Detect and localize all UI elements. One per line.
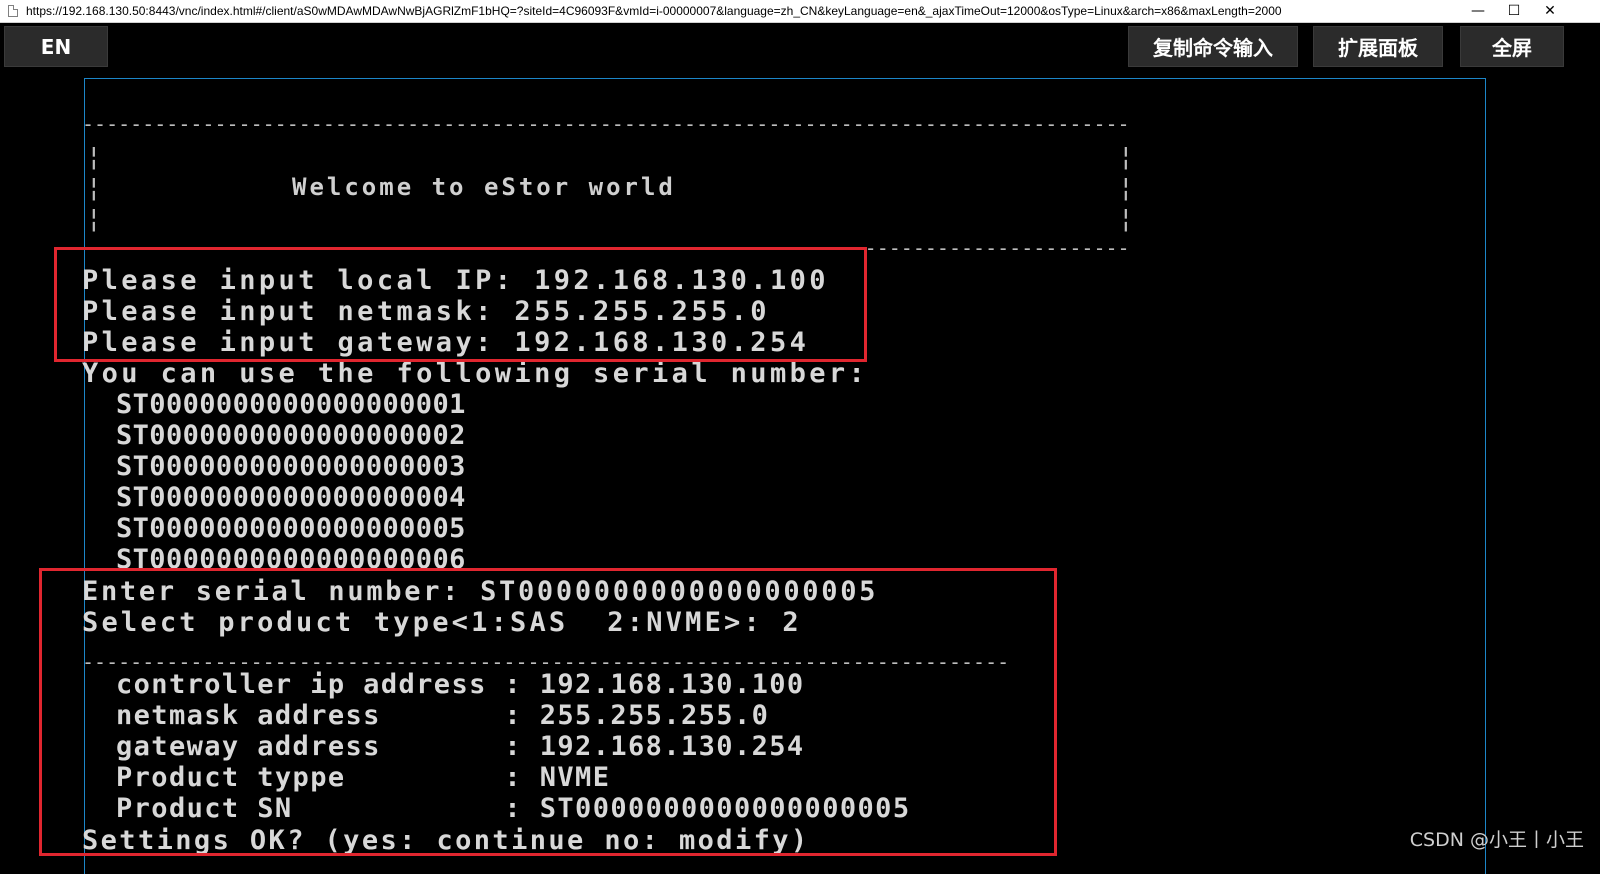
welcome-banner: Welcome to eStor world <box>292 173 676 201</box>
banner-right-border: ¦ <box>1118 173 1134 203</box>
serial-list-item: ST0000000000000000005 <box>116 513 466 544</box>
language-button[interactable]: EN <box>4 26 108 67</box>
extend-panel-button[interactable]: 扩展面板 <box>1313 26 1443 67</box>
banner-right-border: ¦ <box>1118 142 1134 172</box>
serial-intro-line: You can use the following serial number: <box>82 358 869 389</box>
serial-list-item: ST0000000000000000003 <box>116 451 466 482</box>
maximize-icon[interactable]: ☐ <box>1496 0 1532 22</box>
url-text[interactable]: https://192.168.130.50:8443/vnc/index.ht… <box>26 4 1282 18</box>
network-settings-highlight <box>54 247 867 362</box>
banner-right-border: ¦ <box>1118 204 1134 234</box>
browser-titlebar: https://192.168.130.50:8443/vnc/index.ht… <box>0 0 1600 23</box>
fullscreen-button[interactable]: 全屏 <box>1460 26 1564 67</box>
page-icon <box>8 5 18 17</box>
close-icon[interactable]: ✕ <box>1532 0 1568 22</box>
banner-top-rule: ----------------------------------------… <box>82 112 1132 136</box>
minimize-icon[interactable]: — <box>1460 0 1496 22</box>
serial-list-item: ST0000000000000000004 <box>116 482 466 513</box>
serial-list-item: ST0000000000000000006 <box>116 544 466 569</box>
banner-left-border: ¦ <box>86 173 102 203</box>
serial-list-item: ST0000000000000000002 <box>116 420 466 451</box>
serial-list-item: ST0000000000000000001 <box>116 389 466 420</box>
copy-command-input-button[interactable]: 复制命令输入 <box>1128 26 1298 67</box>
watermark: CSDN @小王丨小王 <box>1409 829 1584 851</box>
banner-left-border: ¦ <box>86 204 102 234</box>
banner-left-border: ¦ <box>86 142 102 172</box>
serial-product-highlight <box>39 568 1057 856</box>
